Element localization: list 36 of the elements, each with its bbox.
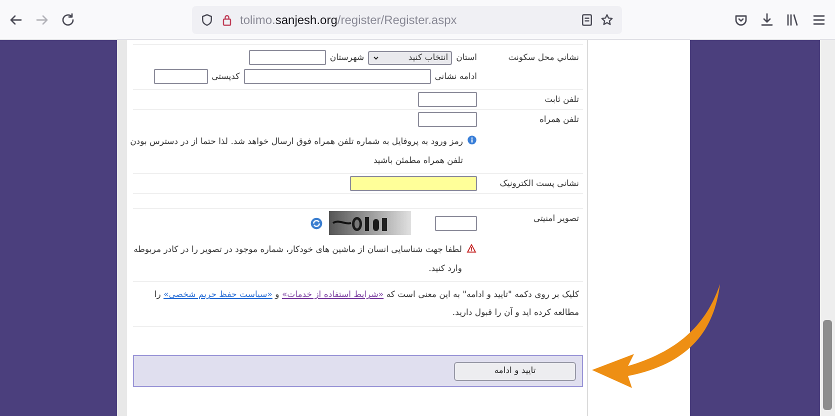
input-field[interactable] [350,176,477,191]
warning-text: لطفا جهت شناسایی انسان از ماشین های خودکار، شماره موجود در تصویر را در کادر مربوطه وارد کنید. [132,244,462,276]
input-field[interactable] [418,92,477,107]
note-text: رمز ورود به پروفایل به شماره تلفن همراه فوق ارسال خواهد شد. لذا حتما از در دسترس بودن تلفن همراه مطمئن باشید [129,136,463,168]
refresh-icon[interactable] [310,216,323,230]
link[interactable]: «شرایط استفاده از خدمات» [282,290,384,300]
link[interactable]: «سیاست حفظ حریم شخصی» [164,290,272,300]
agreement-text: کلیک بر روی دکمه "تایید و ادامه" به این معنی است که «شرایط استفاده از خدمات» و «سیاست حفظ حریم شخصی» را مطالعه کرده اید و آن را قبول دارید. [153,289,580,320]
reload-icon[interactable] [60,12,76,28]
shield-icon[interactable] [200,12,214,26]
download-icon[interactable] [759,12,775,28]
reader-view-icon[interactable] [580,12,594,26]
input-field[interactable] [248,50,326,65]
input-field[interactable] [154,69,208,84]
field-label: شهرستان [330,52,364,62]
lock-icon[interactable] [220,12,234,26]
field-label: تلفن ثابت [544,94,580,105]
input-field[interactable] [435,216,477,230]
field-label: استان [456,52,477,62]
caret-icon [372,54,380,62]
field-label: تلفن همراه [538,114,580,125]
star-icon[interactable] [600,12,614,26]
field-label: نشانی پست الکترونیک [498,178,580,189]
field-label: تصویر امنیتی [532,213,580,224]
info-icon [467,135,477,145]
url-text: tolimo.sanjesh.org/register/Register.aspx [240,12,457,26]
province-dropdown[interactable]: انتخاب کنید [368,50,452,64]
input-field[interactable] [418,112,477,127]
field-label: ادامه نشانی [434,72,477,82]
scrollbar[interactable] [820,40,835,416]
field-label: نشاني محل سکونت [507,52,580,63]
field-label: کدپستی [212,72,240,82]
continue-button[interactable]: تایید و ادامه [454,362,576,380]
address-bar[interactable]: tolimo.sanjesh.org/register/Register.aspx [192,6,622,34]
input-field[interactable] [244,69,431,84]
warning-icon [466,243,477,254]
